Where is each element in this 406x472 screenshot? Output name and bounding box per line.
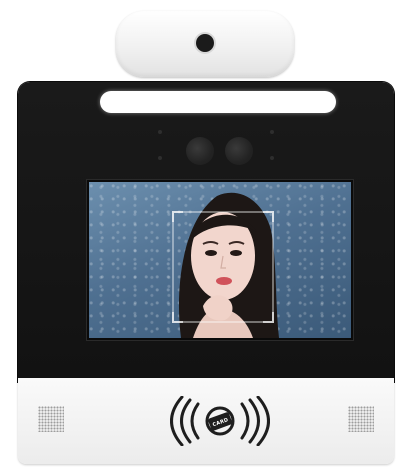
face-recognition-terminal: CARD <box>0 0 406 472</box>
contactless-card-icon: CARD <box>170 395 270 447</box>
fill-light-bar <box>100 91 336 113</box>
indicator-dot <box>270 156 274 160</box>
display-screen[interactable] <box>86 179 354 341</box>
camera-module <box>116 11 294 77</box>
front-bezel: CARD <box>18 378 394 464</box>
ir-sensor-right <box>225 137 253 165</box>
face-photo <box>89 182 351 338</box>
terminal-body <box>18 82 394 382</box>
indicator-dot <box>158 156 162 160</box>
indicator-dot <box>270 130 274 134</box>
face-photo-graphic <box>172 192 279 338</box>
camera-lens-icon <box>196 34 214 52</box>
indicator-dot <box>158 130 162 134</box>
speaker-grille-icon <box>348 406 374 432</box>
speaker-grille-icon <box>38 406 64 432</box>
ir-sensor-left <box>186 137 214 165</box>
card-reader-area[interactable]: CARD <box>170 395 270 447</box>
